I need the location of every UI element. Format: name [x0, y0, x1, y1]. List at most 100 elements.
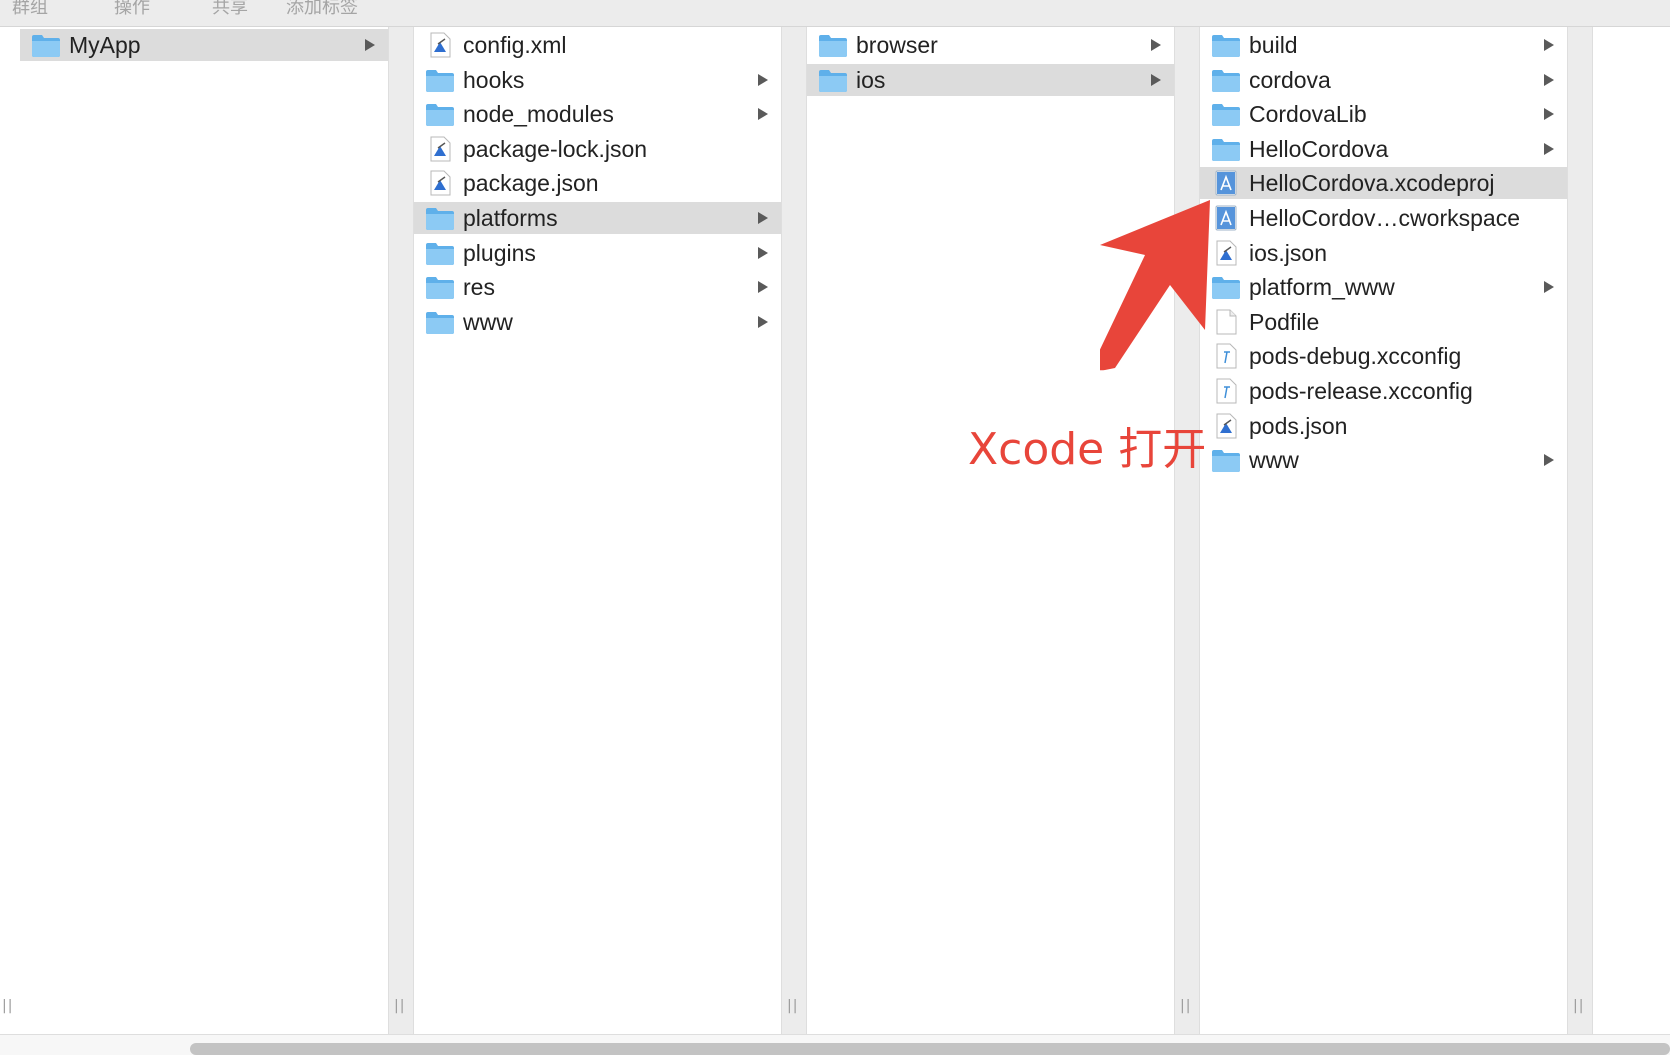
file-row[interactable]: node_modules [414, 98, 781, 130]
disclosure-arrow-icon [1544, 454, 1554, 467]
file-name-label: build [1249, 32, 1298, 58]
finder-column-2[interactable]: config.xml hooks node_modules package-lock.… [414, 27, 781, 1034]
folder-icon [819, 35, 847, 57]
file-row[interactable]: MyApp [20, 29, 388, 61]
toolbar-action-button[interactable]: 操作 [114, 0, 150, 19]
file-row[interactable]: platform_www [1200, 271, 1567, 303]
document-icon [1216, 413, 1237, 439]
file-name-label: pods-debug.xcconfig [1249, 343, 1462, 370]
file-name-label: ios [856, 66, 886, 93]
file-row[interactable]: config.xml [414, 29, 781, 61]
column-resize-handle[interactable]: || [394, 998, 405, 1014]
toolbar-share-button[interactable]: 共享 [212, 0, 248, 19]
disclosure-arrow-icon [758, 108, 768, 121]
document-icon [430, 136, 451, 162]
column-divider[interactable]: || [1174, 27, 1200, 1034]
file-row[interactable]: plugins [414, 237, 781, 269]
file-name-label: node_modules [463, 101, 614, 128]
disclosure-arrow-icon [758, 212, 768, 224]
file-name-label: pods.json [1249, 412, 1348, 439]
file-name-label: www [1249, 447, 1299, 474]
file-name-label: plugins [463, 239, 536, 266]
document-icon [430, 170, 451, 196]
toolbar: 群组 操作 共享 添加标签 [0, 0, 1670, 27]
file-row[interactable]: www [414, 306, 781, 338]
folder-icon [1212, 69, 1240, 92]
file-row[interactable]: build [1200, 29, 1567, 61]
file-name-label: platforms [463, 205, 558, 231]
disclosure-arrow-icon [1544, 39, 1554, 51]
file-name-label: HelloCordova.xcodeproj [1249, 170, 1495, 197]
file-name-label: HelloCordov…cworkspace [1249, 205, 1520, 231]
column-resize-handle[interactable]: || [1180, 998, 1191, 1014]
folder-icon [426, 208, 454, 230]
file-name-label: pods-release.xcconfig [1249, 378, 1473, 404]
finder-column-3[interactable]: browser ios [807, 27, 1174, 1034]
file-name-label: package.json [463, 170, 599, 197]
horizontal-scrollbar[interactable] [0, 1034, 1670, 1055]
disclosure-arrow-icon [1544, 108, 1554, 121]
disclosure-arrow-icon [1544, 73, 1554, 86]
xcode-project-icon [1215, 170, 1237, 196]
file-row[interactable]: HelloCordova [1200, 133, 1567, 165]
annotation-label: Xcode 打开 [968, 424, 1207, 475]
file-row[interactable]: package-lock.json [414, 133, 781, 165]
file-row[interactable]: HelloCordova.xcodeproj [1200, 167, 1567, 200]
file-row[interactable]: HelloCordov…cworkspace [1200, 202, 1567, 234]
folder-icon [1212, 138, 1240, 161]
file-row[interactable]: pods-release.xcconfig [1200, 375, 1567, 407]
disclosure-arrow-icon [1151, 39, 1161, 51]
column-resize-handle[interactable]: || [1573, 998, 1584, 1014]
disclosure-arrow-icon [1151, 73, 1161, 86]
file-name-label: www [463, 308, 513, 335]
disclosure-arrow-icon [758, 73, 768, 86]
file-name-label: Podfile [1249, 308, 1320, 335]
folder-icon [32, 35, 60, 57]
file-row[interactable]: CordovaLib [1200, 98, 1567, 130]
file-row[interactable]: platforms [414, 202, 781, 234]
column-divider[interactable]: || [1567, 27, 1593, 1034]
scrollbar-thumb[interactable] [190, 1043, 1670, 1055]
finder-column-1[interactable]: MyApp [0, 27, 388, 1034]
document-icon [430, 32, 451, 58]
file-name-label: platform_www [1249, 274, 1395, 301]
file-row[interactable]: browser [807, 29, 1174, 61]
folder-icon [426, 104, 454, 127]
file-row[interactable]: pods.json [1200, 410, 1567, 442]
file-row[interactable]: hooks [414, 64, 781, 96]
file-name-label: config.xml [463, 32, 567, 58]
folder-icon [426, 277, 454, 300]
folder-icon [819, 69, 847, 92]
folder-icon [426, 242, 454, 265]
disclosure-arrow-icon [758, 281, 768, 294]
toolbar-add-tag-button[interactable]: 添加标签 [286, 0, 358, 19]
column-divider[interactable]: || [781, 27, 807, 1034]
file-row[interactable]: ios [807, 63, 1174, 96]
folder-icon [1212, 450, 1240, 473]
file-name-label: CordovaLib [1249, 101, 1367, 128]
file-row[interactable]: cordova [1200, 64, 1567, 96]
disclosure-arrow-icon [1544, 142, 1554, 155]
file-row[interactable]: package.json [414, 167, 781, 199]
toolbar-group-button[interactable]: 群组 [12, 0, 48, 19]
folder-icon [1212, 104, 1240, 127]
finder-column-4[interactable]: build cordova CordovaLib HelloCordova HelloC… [1200, 27, 1567, 1034]
file-row[interactable]: res [414, 271, 781, 303]
file-name-label: package-lock.json [463, 135, 648, 162]
folder-icon [1212, 35, 1240, 57]
folder-icon [426, 311, 454, 334]
column-resize-handle[interactable]: || [787, 998, 798, 1014]
file-row[interactable]: pods-debug.xcconfig [1200, 340, 1567, 372]
folder-icon [426, 69, 454, 92]
file-row[interactable]: www [1200, 444, 1567, 476]
column-divider[interactable]: || [388, 27, 414, 1034]
file-row[interactable]: ios.json [1200, 237, 1567, 269]
file-row[interactable]: Podfile [1200, 306, 1567, 338]
finder-column-empty [1593, 27, 1670, 1034]
disclosure-arrow-icon [758, 315, 768, 328]
annotation-arrow-icon [1100, 200, 1210, 371]
file-name-label: HelloCordova [1249, 135, 1389, 162]
disclosure-arrow-icon [365, 39, 375, 51]
column-resize-handle[interactable]: || [2, 998, 13, 1014]
file-name-label: MyApp [69, 32, 141, 58]
